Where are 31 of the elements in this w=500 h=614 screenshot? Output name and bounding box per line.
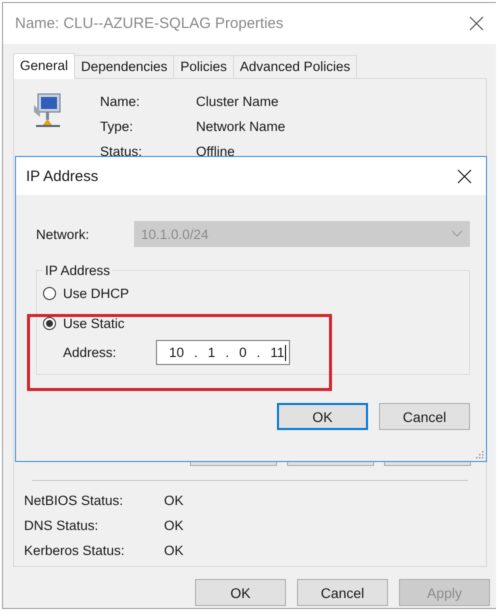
status-value: OK [164, 493, 185, 508]
dialog-button[interactable]: Cancel [297, 579, 388, 606]
status-value: OK [164, 518, 185, 533]
field-value: Network Name [196, 119, 286, 134]
dialog-button[interactable]: OK [195, 579, 286, 606]
close-icon[interactable] [469, 16, 484, 31]
status-value: OK [164, 543, 185, 558]
window-title: Name: CLU--AZURE-SQLAG Properties [15, 15, 284, 32]
dialog-button[interactable]: OK [277, 403, 368, 430]
status-label: Kerberos Status: [24, 543, 126, 558]
ip-address-group: IP Address Use DHCP Use Static Address: 10 . 1 . 0 . 11 [36, 263, 470, 375]
tab[interactable]: Advanced Policies [232, 55, 358, 79]
close-icon[interactable] [457, 168, 472, 184]
radio-option[interactable]: Use DHCP [43, 278, 461, 308]
network-label: Network: [36, 226, 90, 242]
field-label: Status: [100, 144, 144, 159]
address-field[interactable]: 10 . 1 . 0 . 11 [156, 340, 290, 365]
status-label: NetBIOS Status: [24, 493, 124, 508]
field-value: Cluster Name [196, 94, 280, 109]
field-label: Name: [100, 94, 141, 109]
radio-option[interactable]: Use Static [43, 308, 461, 338]
address-label: Address: [63, 345, 118, 360]
resize-grip-icon[interactable] [474, 449, 484, 459]
dialog-button[interactable]: Cancel [379, 403, 470, 430]
field-label: Type: [100, 119, 134, 134]
dialog-title: IP Address [26, 168, 98, 184]
field-value: Offline [196, 144, 236, 159]
status-label: DNS Status: [24, 518, 100, 533]
chevron-down-icon [451, 230, 463, 238]
tab[interactable]: General [13, 53, 76, 79]
network-computer-icon [32, 93, 62, 129]
